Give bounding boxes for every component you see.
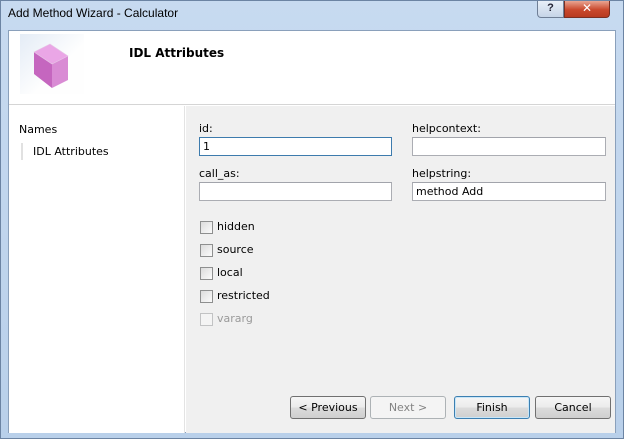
helpcontext-field[interactable] <box>412 137 606 156</box>
page-title: IDL Attributes <box>129 46 225 60</box>
helpcontext-label: helpcontext: <box>412 122 481 135</box>
id-label: id: <box>199 122 213 135</box>
call-as-field[interactable] <box>199 182 392 201</box>
wizard-header: IDL Attributes <box>9 31 615 105</box>
helpstring-field[interactable] <box>412 182 606 201</box>
checkbox-box[interactable] <box>200 221 213 234</box>
checkbox-label: hidden <box>217 220 255 233</box>
checkbox-box[interactable] <box>200 267 213 280</box>
close-button[interactable]: ✕ <box>564 1 610 18</box>
previous-button[interactable]: < Previous <box>290 396 366 419</box>
checkbox-label: local <box>217 266 243 279</box>
checkbox-label: source <box>217 243 254 256</box>
idl-attributes-panel: id: helpcontext: call_as: helpstring: hi… <box>186 106 615 433</box>
pink-cube-icon <box>20 34 84 94</box>
window-title: Add Method Wizard - Calculator <box>8 6 179 20</box>
nav-item-names[interactable]: Names <box>19 123 57 136</box>
next-button: Next > <box>370 396 446 419</box>
dialog-client-area: IDL Attributes Names IDL Attributes id: … <box>8 30 616 433</box>
helpstring-label: helpstring: <box>412 167 472 180</box>
checkbox-label: restricted <box>217 289 270 302</box>
cancel-button[interactable]: Cancel <box>535 396 611 419</box>
call-as-label: call_as: <box>199 167 240 180</box>
checkbox-box <box>200 313 213 326</box>
title-bar[interactable]: Add Method Wizard - Calculator ? ✕ <box>1 1 623 25</box>
wizard-window: Add Method Wizard - Calculator ? ✕ IDL A… <box>0 0 624 439</box>
wizard-nav: Names IDL Attributes <box>9 106 185 433</box>
finish-button[interactable]: Finish <box>454 396 530 419</box>
nav-item-idl-attributes[interactable]: IDL Attributes <box>21 143 173 160</box>
id-field[interactable] <box>199 137 392 156</box>
help-button[interactable]: ? <box>537 1 564 18</box>
checkbox-box[interactable] <box>200 244 213 257</box>
checkbox-label: vararg <box>217 312 253 325</box>
checkbox-box[interactable] <box>200 290 213 303</box>
